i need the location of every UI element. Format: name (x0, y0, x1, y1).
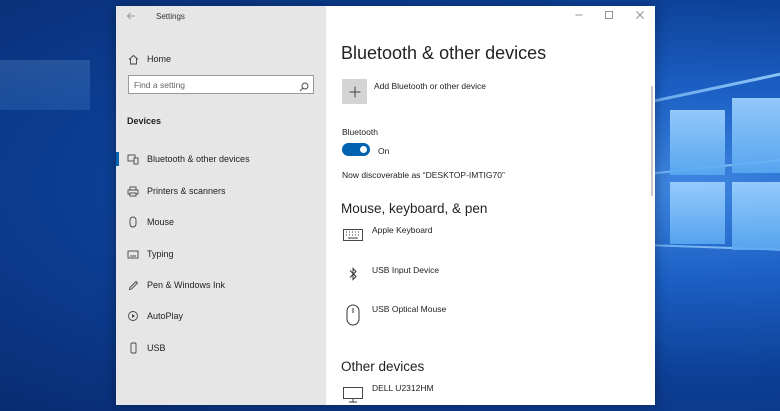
page-title: Bluetooth & other devices (341, 43, 547, 63)
windows-logo-pane (670, 110, 725, 175)
sidebar: Settings Home Find a setting Devices Blu… (116, 6, 326, 405)
plus-icon (349, 86, 360, 97)
title-bar: Settings (116, 6, 326, 28)
windows-logo-pane (670, 182, 725, 244)
windows-logo-pane (732, 182, 780, 250)
sidebar-item-bluetooth[interactable]: Bluetooth & other devices (116, 147, 326, 171)
pen-icon (126, 280, 140, 291)
mouse-icon (126, 216, 140, 228)
bluetooth-state: On (378, 146, 390, 156)
bluetooth-icon (342, 266, 364, 282)
usb-icon (126, 342, 140, 354)
active-indicator (116, 152, 119, 166)
device-name[interactable]: DELL U2312HM (372, 383, 434, 393)
sidebar-item-usb[interactable]: USB (116, 336, 326, 360)
windows-logo-pane (732, 98, 780, 173)
bluetooth-toggle[interactable] (342, 143, 370, 156)
sidebar-item-label: AutoPlay (147, 311, 184, 321)
printer-icon (126, 186, 140, 197)
search-icon (299, 79, 309, 97)
device-name[interactable]: USB Optical Mouse (372, 304, 446, 314)
sidebar-item-label: Typing (147, 249, 174, 259)
add-device-button[interactable] (342, 79, 367, 104)
mouse-icon (342, 303, 364, 327)
sidebar-item-label: Pen & Windows Ink (147, 280, 226, 290)
keyboard-icon (126, 250, 140, 259)
sidebar-item-mouse[interactable]: Mouse (116, 210, 326, 234)
section-heading-mkp: Mouse, keyboard, & pen (341, 201, 488, 216)
sidebar-item-label: Printers & scanners (147, 186, 226, 196)
window-title: Settings (156, 12, 185, 21)
wallpaper-glow (0, 60, 90, 110)
toggle-knob (360, 146, 367, 153)
sidebar-item-label: USB (147, 343, 166, 353)
home-icon (126, 54, 140, 65)
sidebar-item-label: Home (147, 54, 172, 64)
device-name[interactable]: USB Input Device (372, 265, 439, 275)
add-device-label[interactable]: Add Bluetooth or other device (374, 81, 486, 91)
discoverable-text: Now discoverable as “DESKTOP-IMTIG70” (342, 170, 505, 180)
autoplay-icon (126, 310, 140, 322)
back-button[interactable] (124, 10, 138, 24)
section-title: Devices (127, 116, 162, 126)
sidebar-item-typing[interactable]: Typing (116, 242, 326, 266)
sidebar-item-autoplay[interactable]: AutoPlay (116, 304, 326, 328)
sidebar-item-label: Mouse (147, 217, 175, 227)
section-heading-other: Other devices (341, 359, 425, 374)
arrow-left-icon (126, 12, 135, 20)
scrollbar[interactable] (651, 86, 653, 196)
sidebar-item-home[interactable]: Home (116, 47, 326, 71)
settings-window: Settings Home Find a setting Devices Blu… (116, 6, 655, 405)
search-input[interactable]: Find a setting (128, 75, 314, 94)
sidebar-item-printers[interactable]: Printers & scanners (116, 179, 326, 203)
bluetooth-devices-icon (126, 154, 140, 165)
search-placeholder: Find a setting (134, 80, 186, 90)
sidebar-item-label: Bluetooth & other devices (147, 154, 250, 164)
device-name[interactable]: Apple Keyboard (372, 225, 433, 235)
monitor-icon (342, 386, 364, 404)
bluetooth-label: Bluetooth (342, 127, 378, 137)
keyboard-icon (342, 228, 364, 242)
main-content: Bluetooth & other devices Add Bluetooth … (326, 6, 655, 405)
sidebar-item-pen[interactable]: Pen & Windows Ink (116, 273, 326, 297)
